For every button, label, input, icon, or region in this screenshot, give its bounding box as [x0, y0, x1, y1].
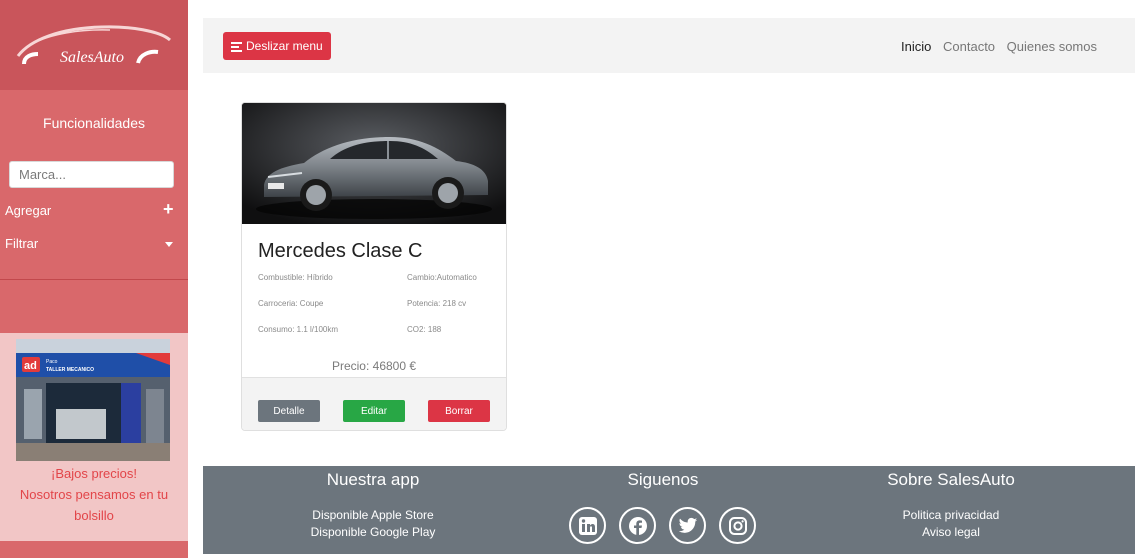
footer-app-heading: Nuestra app [326, 470, 420, 489]
edit-button[interactable]: Editar [343, 400, 405, 422]
google-play-link[interactable]: Disponible Google Play [283, 525, 463, 539]
logo-text: SalesAuto [60, 49, 124, 66]
garage-promo-image: ad Paco TALLER MECANICO [16, 339, 170, 461]
top-navbar: Deslizar menu Inicio Contacto Quienes so… [203, 18, 1135, 73]
sidebar-divider [0, 279, 188, 280]
slide-menu-label: Deslizar menu [246, 39, 323, 53]
promo-sign-small: Paco [46, 359, 58, 365]
car-card: Mercedes Clase C Combustible: Híbrido Ca… [241, 102, 507, 431]
spec-fuel: Combustible: Híbrido [258, 273, 333, 282]
promo-sign-logo: ad [24, 360, 37, 372]
car-title: Mercedes Clase C [258, 240, 423, 262]
spec-co2: CO2: 188 [407, 325, 442, 334]
legal-notice-link[interactable]: Aviso legal [861, 525, 1041, 539]
add-menu-item[interactable]: Agregar + [0, 198, 188, 224]
slide-menu-button[interactable]: Deslizar menu [223, 32, 331, 60]
footer-follow-heading: Siguenos [627, 470, 699, 489]
card-footer: Detalle Editar Borrar [242, 377, 506, 430]
promo-line-2: Nosotros pensamos en tu [19, 487, 169, 502]
spec-consumption: Consumo: 1.1 l/100km [258, 325, 339, 334]
car-price: Precio: 46800 € [331, 359, 417, 373]
sidebar-bottom [0, 541, 188, 558]
promo-text: ¡Bajos precios! Nosotros pensamos en tu … [0, 463, 188, 526]
delete-button[interactable]: Borrar [428, 400, 490, 422]
privacy-policy-link[interactable]: Politica privacidad [861, 508, 1041, 522]
caret-down-icon [165, 242, 173, 247]
nav-links: Inicio Contacto Quienes somos [893, 39, 1097, 54]
spec-power: Potencia: 218 cv [407, 299, 467, 308]
linkedin-icon[interactable] [569, 507, 606, 544]
spec-gearbox: Cambio:Automatico [407, 273, 477, 282]
car-image [242, 103, 506, 224]
sidebar: SalesAuto Funcionalidades Agregar + Filt… [0, 0, 188, 558]
add-label: Agregar [5, 203, 52, 218]
footer-about-heading: Sobre SalesAuto [887, 470, 1015, 489]
filter-label: Filtrar [5, 236, 39, 251]
instagram-icon[interactable] [719, 507, 756, 544]
footer: Nuestra app Disponible Apple Store Dispo… [203, 466, 1135, 554]
plus-icon: + [163, 199, 174, 219]
car-logo-icon: SalesAuto [16, 25, 172, 66]
nav-link-contacto[interactable]: Contacto [943, 39, 995, 54]
functionalities-title: Funcionalidades [43, 115, 145, 131]
promo-sign-big: TALLER MECANICO [46, 367, 94, 373]
apple-store-link[interactable]: Disponible Apple Store [283, 508, 463, 522]
spec-body: Carroceria: Coupe [258, 299, 324, 308]
promo-box: ad Paco TALLER MECANICO ¡Bajos precios! … [0, 333, 188, 541]
brand-search-input[interactable] [9, 161, 174, 188]
nav-link-quienes-somos[interactable]: Quienes somos [1007, 39, 1097, 54]
promo-line-1: ¡Bajos precios! [51, 466, 137, 481]
promo-line-3: bolsillo [74, 508, 114, 523]
facebook-icon[interactable] [619, 507, 656, 544]
filter-menu-item[interactable]: Filtrar [0, 231, 188, 257]
twitter-icon[interactable] [669, 507, 706, 544]
detail-button[interactable]: Detalle [258, 400, 320, 422]
menu-icon [231, 41, 242, 52]
nav-link-inicio[interactable]: Inicio [901, 39, 931, 54]
logo[interactable]: SalesAuto [0, 0, 188, 90]
